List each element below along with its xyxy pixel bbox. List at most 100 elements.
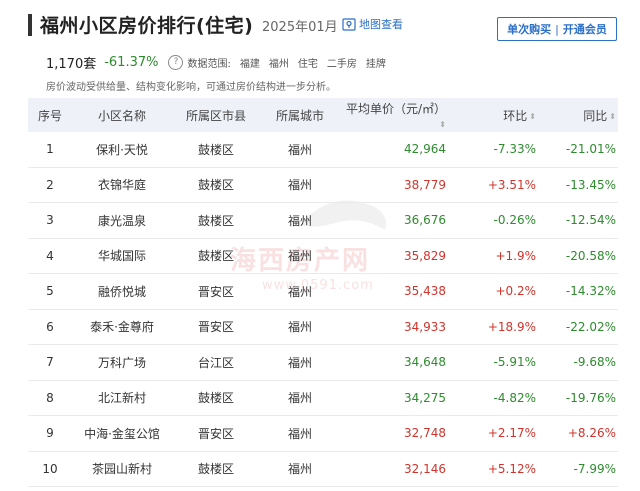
row-community-name: 茶园山新村 — [91, 462, 152, 477]
row-yoy-change: +8.26% — [567, 426, 616, 441]
row-mom-change: +5.12% — [487, 461, 536, 476]
page-header: 福州小区房价排行(住宅) 2025年01月 地图查看 单次购买 | 开通会员 — [0, 0, 640, 46]
table-row[interactable]: 9 中海·金玺公馆 晋安区 福州 32,748 +2.17% +8.26% — [28, 416, 618, 452]
row-city: 福州 — [287, 426, 312, 441]
row-city: 福州 — [287, 284, 312, 299]
row-avg-price: 35,829 — [404, 248, 446, 263]
row-district: 鼓楼区 — [197, 142, 234, 157]
row-index: 4 — [46, 248, 54, 263]
table-row[interactable]: 10 茶园山新村 鼓楼区 福州 32,146 +5.12% -7.99% — [28, 452, 618, 487]
row-district: 鼓楼区 — [197, 249, 234, 264]
row-avg-price: 36,676 — [404, 213, 446, 228]
scope-label: 数据范围: — [187, 59, 231, 70]
row-index: 7 — [46, 355, 54, 370]
row-city: 福州 — [287, 391, 312, 406]
col-header-yoy-label: 同比 — [583, 108, 608, 123]
row-avg-price: 34,648 — [404, 355, 446, 370]
row-yoy-change: -22.02% — [565, 319, 616, 334]
row-mom-change: -4.82% — [493, 390, 536, 405]
page-title: 福州小区房价排行(住宅) — [40, 15, 254, 37]
map-view-link[interactable]: 地图查看 — [342, 16, 403, 32]
row-mom-change: -7.33% — [493, 142, 536, 157]
row-avg-price: 35,438 — [404, 284, 446, 299]
row-avg-price: 34,275 — [404, 390, 446, 405]
row-mom-change: +3.51% — [487, 177, 536, 192]
listing-count: 1,170套 — [46, 57, 97, 72]
col-header-yoy[interactable]: 同比 ⬍ — [536, 107, 616, 124]
scope-tag: 二手房 — [326, 59, 357, 70]
row-mom-change: -0.26% — [493, 213, 536, 228]
button-divider: | — [555, 22, 559, 36]
table-row[interactable]: 4 华城国际 鼓楼区 福州 35,829 +1.9% -20.58% — [28, 239, 618, 274]
scope-tag: 福州 — [268, 59, 289, 70]
row-district: 鼓楼区 — [197, 178, 234, 193]
map-pin-icon — [342, 18, 356, 31]
row-avg-price: 42,964 — [404, 142, 446, 157]
row-yoy-change: -7.99% — [573, 461, 616, 476]
row-district: 鼓楼区 — [197, 213, 234, 228]
col-header-city: 所属城市 — [275, 108, 324, 123]
row-avg-price: 32,748 — [404, 426, 446, 441]
col-header-mom[interactable]: 环比 ⬍ — [448, 107, 536, 124]
table-row[interactable]: 2 衣锦华庭 鼓楼区 福州 38,779 +3.51% -13.45% — [28, 168, 618, 203]
row-yoy-change: -12.54% — [565, 213, 616, 228]
row-community-name: 中海·金玺公馆 — [84, 426, 160, 441]
row-avg-price: 34,933 — [404, 319, 446, 334]
table-row[interactable]: 6 泰禾·金尊府 晋安区 福州 34,933 +18.9% -22.02% — [28, 310, 618, 345]
scope-tag: 住宅 — [297, 59, 318, 70]
row-city: 福州 — [287, 320, 312, 335]
row-yoy-change: -9.68% — [573, 355, 616, 370]
row-index: 3 — [46, 213, 54, 228]
purchase-button-group: 单次购买 | 开通会员 — [497, 17, 617, 41]
title-accent-bar — [28, 14, 32, 36]
sort-icon[interactable]: ⬍ — [439, 120, 446, 129]
row-district: 台江区 — [197, 355, 234, 370]
table-header: 序号 小区名称 所属区市县 所属城市 平均单价（元/㎡）⬍ 环比 ⬍ 同比 ⬍ — [28, 98, 618, 132]
row-mom-change: +2.17% — [487, 426, 536, 441]
row-city: 福州 — [287, 462, 312, 477]
row-mom-change: -5.91% — [493, 355, 536, 370]
row-index: 6 — [46, 319, 54, 334]
row-community-name: 华城国际 — [97, 249, 146, 264]
col-header-district: 所属区市县 — [185, 108, 246, 123]
row-index: 10 — [42, 461, 58, 476]
single-purchase-button[interactable]: 单次购买 — [507, 21, 551, 37]
table-row[interactable]: 5 融侨悦城 晋安区 福州 35,438 +0.2% -14.32% — [28, 274, 618, 310]
map-view-label: 地图查看 — [359, 18, 403, 31]
row-yoy-change: -20.58% — [565, 248, 616, 263]
row-index: 8 — [46, 390, 54, 405]
row-community-name: 泰禾·金尊府 — [90, 320, 154, 335]
table-row[interactable]: 3 康光温泉 鼓楼区 福州 36,676 -0.26% -12.54% — [28, 203, 618, 239]
col-header-name: 小区名称 — [97, 108, 146, 123]
row-community-name: 北江新村 — [97, 391, 146, 406]
col-header-mom-label: 环比 — [503, 108, 528, 123]
row-index: 9 — [46, 426, 54, 441]
table-row[interactable]: 8 北江新村 鼓楼区 福州 34,275 -4.82% -19.76% — [28, 381, 618, 416]
row-yoy-change: -21.01% — [565, 142, 616, 157]
sort-icon[interactable]: ⬍ — [609, 112, 616, 121]
row-index: 5 — [46, 284, 54, 299]
row-city: 福州 — [287, 355, 312, 370]
row-index: 2 — [46, 177, 54, 192]
row-city: 福州 — [287, 178, 312, 193]
col-header-price[interactable]: 平均单价（元/㎡） ⬍ — [340, 100, 448, 131]
scope-tag: 挂牌 — [365, 59, 386, 70]
row-mom-change: +0.2% — [495, 284, 536, 299]
table-row[interactable]: 1 保利·天悦 鼓楼区 福州 42,964 -7.33% -21.01% — [28, 132, 618, 168]
summary-line: 1,170套 -61.37% ? 数据范围: 福建 福州 住宅 二手房 挂牌 — [46, 53, 386, 72]
table-row[interactable]: 7 万科广场 台江区 福州 34,648 -5.91% -9.68% — [28, 345, 618, 381]
listing-change: -61.37% — [104, 55, 159, 70]
row-district: 晋安区 — [197, 426, 234, 441]
report-date: 2025年01月 — [262, 20, 338, 35]
row-yoy-change: -19.76% — [565, 390, 616, 405]
scope-tag: 福建 — [239, 59, 260, 70]
membership-button[interactable]: 开通会员 — [563, 21, 607, 37]
row-mom-change: +1.9% — [495, 248, 536, 263]
row-yoy-change: -14.32% — [565, 284, 616, 299]
row-index: 1 — [46, 142, 54, 157]
row-community-name: 衣锦华庭 — [97, 178, 146, 193]
sort-icon[interactable]: ⬍ — [529, 112, 536, 121]
info-icon[interactable]: ? — [168, 55, 184, 70]
ranking-table: 序号 小区名称 所属区市县 所属城市 平均单价（元/㎡）⬍ 环比 ⬍ 同比 ⬍ 1保… — [28, 98, 618, 487]
row-city: 福州 — [287, 249, 312, 264]
